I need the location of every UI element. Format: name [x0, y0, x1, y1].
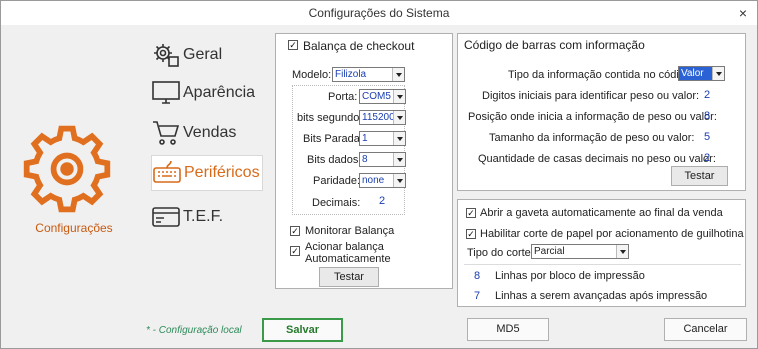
tipo-informacao-value: Valor [681, 68, 704, 79]
porta-select[interactable]: COM5 [359, 89, 406, 104]
guilhotina-checkbox[interactable]: ✓ [466, 229, 476, 239]
guilhotina-label: Habilitar corte de papel por acionamento… [480, 228, 744, 240]
modelo-label: Modelo: [292, 69, 332, 81]
cancel-button[interactable]: Cancelar [664, 318, 747, 341]
settings-window: Configurações do Sistema × Configurações… [0, 0, 758, 349]
acionar-label-line1: Acionar balança [305, 241, 384, 253]
sidebar-item-aparencia[interactable]: Aparência [151, 75, 263, 111]
sidebar: Configurações Geral Aparência Vendas Per… [1, 25, 269, 315]
sidebar-item-label: Vendas [183, 124, 237, 141]
tamanho-informacao-label: Tamanho da informação de peso ou valor: [489, 132, 695, 144]
sidebar-item-label: T.E.F. [183, 208, 224, 225]
digitos-iniciais-label: Digitos iniciais para identificar peso o… [482, 90, 700, 102]
modelo-select[interactable]: Filizola [332, 67, 405, 82]
tipo-informacao-label: Tipo da informação contida no código: [508, 69, 695, 81]
tipo-corte-label: Tipo do corte: [467, 247, 534, 259]
abrir-gaveta-checkbox[interactable]: ✓ [466, 208, 476, 218]
cart-icon [153, 121, 180, 145]
local-config-note: * - Configuração local [146, 325, 242, 336]
bits-parada-value: 1 [362, 133, 368, 144]
keyboard-icon [153, 160, 181, 183]
decimais-label: Decimais: [312, 197, 361, 209]
monitorar-checkbox[interactable]: ✓ [290, 226, 300, 236]
chevron-down-icon [393, 153, 405, 166]
paridade-select[interactable]: none [359, 173, 406, 188]
chevron-down-icon [712, 67, 724, 80]
card-icon [152, 207, 180, 227]
acionar-checkbox[interactable]: ✓ [290, 246, 300, 256]
monitorar-label: Monitorar Balança [305, 225, 395, 237]
md5-button[interactable]: MD5 [467, 318, 549, 341]
casas-decimais-input[interactable]: 2 [692, 152, 722, 164]
bits-segundo-select[interactable]: 115200 [359, 110, 406, 125]
sidebar-item-geral[interactable]: Geral [151, 37, 263, 73]
sidebar-item-label: Aparência [183, 84, 256, 101]
save-button[interactable]: Salvar [262, 318, 343, 342]
digitos-iniciais-input[interactable]: 2 [692, 89, 722, 101]
sidebar-item-vendas[interactable]: Vendas [151, 115, 263, 151]
bits-dados-label: Bits dados: [307, 154, 362, 166]
testar-codigo-button[interactable]: Testar [671, 166, 728, 186]
porta-value: COM5 [362, 91, 391, 102]
sidebar-item-tef[interactable]: T.E.F. [151, 199, 263, 235]
paridade-value: none [362, 175, 385, 186]
gear-cog-icon [154, 44, 179, 67]
decimais-input[interactable]: 2 [367, 195, 397, 207]
chevron-down-icon [393, 111, 405, 124]
sidebar-item-perifericos[interactable]: Periféricos [151, 155, 263, 191]
testar-balanca-button[interactable]: Testar [319, 267, 379, 287]
balanca-checkout-label: Balança de checkout [303, 39, 415, 53]
tipo-corte-value: Parcial [534, 246, 565, 257]
bits-parada-label: Bits Parada: [303, 133, 363, 145]
sidebar-item-label: Geral [183, 46, 223, 63]
settings-gear-icon [23, 125, 111, 213]
abrir-gaveta-label: Abrir a gaveta automaticamente ao final … [480, 207, 723, 219]
modelo-value: Filizola [335, 69, 367, 80]
chevron-down-icon [393, 90, 405, 103]
linhas-avanco-label: Linhas a serem avançadas após impressão [495, 290, 708, 302]
title-bar: Configurações do Sistema × [1, 1, 757, 25]
bits-segundo-value: 115200 [362, 112, 395, 123]
bits-segundo-label: bits segundo: [297, 112, 363, 124]
casas-decimais-label: Quantidade de casas decimais no peso ou … [478, 153, 716, 165]
tipo-informacao-select[interactable]: Valor [678, 66, 725, 81]
close-icon[interactable]: × [739, 1, 747, 25]
chevron-down-icon [616, 245, 628, 258]
posicao-inicio-label: Posição onde inicia a informação de peso… [468, 111, 717, 123]
window-title: Configurações do Sistema [308, 6, 450, 20]
paridade-label: Paridade: [313, 175, 361, 187]
chevron-down-icon [392, 68, 404, 81]
porta-label: Porta: [328, 91, 358, 103]
linhas-avanco-input[interactable]: 7 [462, 290, 492, 302]
balanca-checkout-checkbox[interactable]: ✓ [288, 40, 298, 50]
posicao-inicio-input[interactable]: 8 [692, 110, 722, 122]
bits-dados-select[interactable]: 8 [359, 152, 406, 167]
configuracoes-label: Configurações [35, 221, 113, 235]
codigo-barras-title: Código de barras com informação [464, 38, 645, 52]
bits-dados-value: 8 [362, 154, 368, 165]
linhas-bloco-label: Linhas por bloco de impressão [495, 270, 645, 282]
monitor-icon [152, 81, 180, 104]
acionar-label-line2: Automaticamente [305, 253, 391, 265]
divider [464, 264, 741, 265]
bits-parada-select[interactable]: 1 [359, 131, 406, 146]
chevron-down-icon [393, 132, 405, 145]
linhas-bloco-input[interactable]: 8 [462, 270, 492, 282]
sidebar-item-label: Periféricos [184, 164, 260, 181]
tipo-corte-select[interactable]: Parcial [531, 244, 629, 259]
tamanho-informacao-input[interactable]: 5 [692, 131, 722, 143]
chevron-down-icon [393, 174, 405, 187]
